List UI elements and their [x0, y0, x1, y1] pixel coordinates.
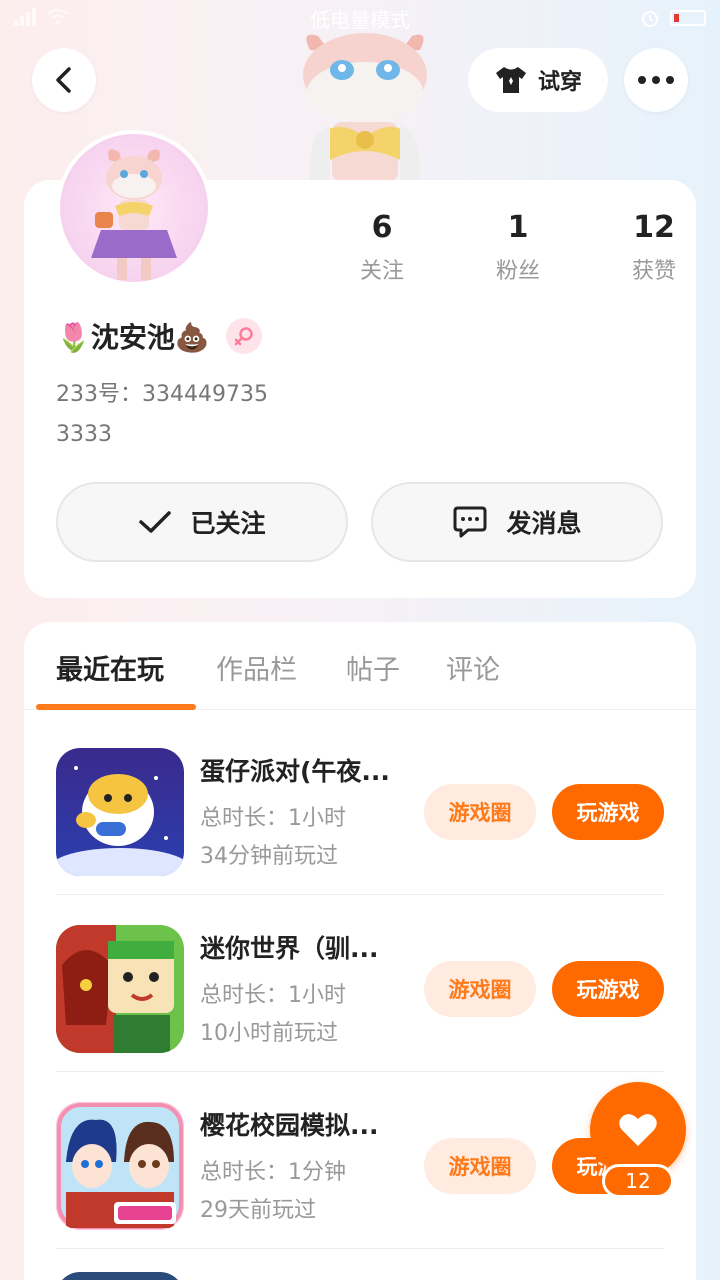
active-tab-indicator — [36, 704, 196, 710]
game-duration: 总时长：1小时 — [200, 806, 346, 831]
stat-likes[interactable]: 12 获赞 — [586, 210, 720, 285]
like-count-badge: 12 — [602, 1164, 674, 1198]
stats-row: 6 关注 1 粉丝 12 获赞 — [314, 210, 720, 285]
stat-following[interactable]: 6 关注 — [314, 210, 450, 285]
game-title: 樱花校园模拟... — [200, 1111, 379, 1140]
tab-works[interactable]: 作品栏 — [216, 648, 297, 687]
wifi-icon — [47, 9, 69, 24]
battery-icon — [670, 10, 706, 26]
user-id: 233号：334449735 — [56, 382, 268, 407]
chat-bubble-icon — [453, 506, 487, 538]
try-on-label: 试穿 — [537, 70, 582, 95]
stat-likes-label: 获赞 — [631, 259, 676, 284]
game-last-played: 34分钟前玩过 — [200, 844, 338, 869]
character-hero-image — [290, 30, 440, 182]
chevron-left-icon — [56, 67, 71, 93]
avatar-image — [60, 134, 208, 282]
game-circle-button[interactable]: 游戏圈 — [424, 784, 536, 840]
tab-comments[interactable]: 评论 — [446, 648, 500, 687]
followed-button[interactable]: 已关注 — [56, 482, 348, 562]
username: 🌷沈安池💩 — [56, 321, 210, 354]
game-last-played: 29天前玩过 — [200, 1198, 316, 1223]
game-duration: 总时长：1小时 — [200, 983, 346, 1008]
try-on-button[interactable]: 试穿 — [468, 48, 608, 112]
play-game-button[interactable]: 玩游戏 — [552, 961, 664, 1017]
stat-fans-label: 粉丝 — [495, 259, 540, 284]
name-row: 🌷沈安池💩 — [56, 316, 262, 356]
stat-likes-value: 12 — [633, 210, 675, 245]
send-message-label: 发消息 — [506, 509, 582, 538]
status-right — [640, 8, 706, 28]
tab-bar: 最近在玩 作品栏 帖子 评论 — [24, 622, 696, 710]
stat-following-label: 关注 — [359, 259, 404, 284]
alarm-icon — [642, 11, 658, 27]
sakura-school-game-icon[interactable] — [56, 1102, 184, 1230]
game-row[interactable]: 樱花校园模拟... 总时长：1分钟 29天前玩过 游戏圈 玩游戏 — [56, 1072, 664, 1249]
user-bio: 3333 — [56, 422, 112, 447]
stat-following-value: 6 — [371, 210, 393, 245]
send-message-button[interactable]: 发消息 — [371, 482, 663, 562]
female-gender-icon — [225, 318, 262, 354]
mini-world-game-icon[interactable] — [56, 925, 184, 1053]
more-options-button[interactable] — [624, 48, 688, 112]
stat-fans[interactable]: 1 粉丝 — [450, 210, 586, 285]
content-card: 最近在玩 作品栏 帖子 评论 蛋仔派对(午夜... 总时长：1小时 34分钟前玩… — [24, 622, 696, 1280]
game-title: 蛋仔派对(午夜... — [200, 757, 390, 786]
followed-label: 已关注 — [190, 509, 266, 538]
game-row[interactable]: 迷你世界（驯... 总时长：1小时 10小时前玩过 游戏圈 玩游戏 — [56, 895, 664, 1072]
tshirt-icon — [495, 67, 526, 93]
play-game-button[interactable]: 玩游戏 — [552, 784, 664, 840]
avatar[interactable] — [56, 130, 212, 286]
signal-icons — [14, 8, 70, 26]
game-title: 迷你世界（驯... — [200, 934, 379, 963]
tab-recently-played[interactable]: 最近在玩 — [56, 648, 164, 687]
signal-icon — [14, 8, 36, 26]
game-duration: 总时长：1分钟 — [200, 1160, 346, 1185]
low-power-mode-text: 低电量模式 — [310, 7, 410, 32]
heart-icon — [619, 1114, 657, 1146]
more-dots-icon — [638, 76, 674, 84]
game-circle-button[interactable]: 游戏圈 — [424, 961, 536, 1017]
tab-posts[interactable]: 帖子 — [346, 648, 400, 687]
checkmark-icon — [139, 511, 172, 533]
back-button[interactable] — [32, 48, 96, 112]
game-row[interactable]: 蛋仔派对(午夜... 总时长：1小时 34分钟前玩过 游戏圈 玩游戏 — [56, 718, 664, 895]
game-last-played: 10小时前玩过 — [200, 1021, 338, 1046]
game-icon-partial — [56, 1272, 184, 1280]
game-circle-button[interactable]: 游戏圈 — [424, 1138, 536, 1194]
stat-fans-value: 1 — [507, 210, 529, 245]
eggy-party-game-icon[interactable] — [56, 748, 184, 876]
